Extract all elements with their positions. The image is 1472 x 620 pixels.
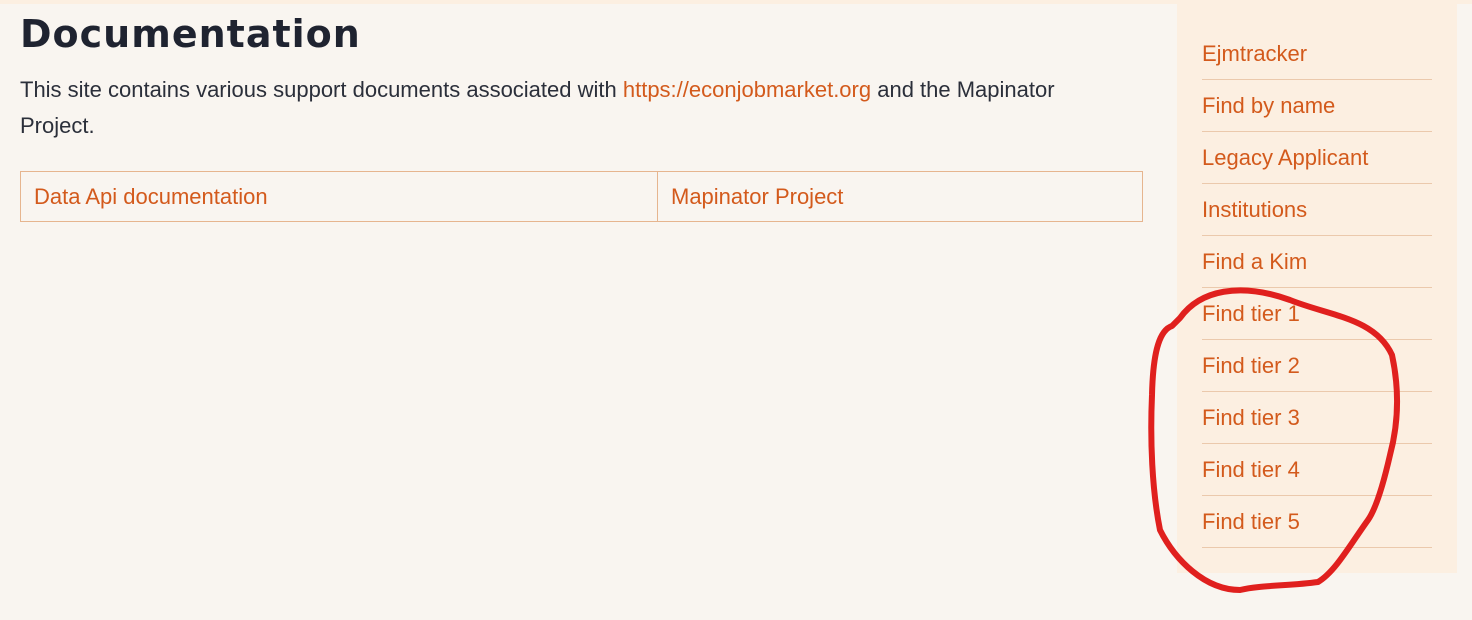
- sidebar-item-find-tier-1[interactable]: Find tier 1: [1202, 288, 1432, 340]
- sidebar-item-find-tier-3[interactable]: Find tier 3: [1202, 392, 1432, 444]
- intro-paragraph: This site contains various support docum…: [20, 72, 1110, 144]
- sidebar-item-find-a-kim[interactable]: Find a Kim: [1202, 236, 1432, 288]
- page-title: Documentation: [20, 12, 361, 56]
- sidebar-nav: Ejmtracker Find by name Legacy Applicant…: [1177, 3, 1457, 573]
- sidebar-item-find-tier-5[interactable]: Find tier 5: [1202, 496, 1432, 548]
- documents-table: Data Api documentation Mapinator Project: [20, 171, 1143, 222]
- econjobmarket-link[interactable]: https://econjobmarket.org: [623, 77, 871, 102]
- sidebar-item-find-tier-4[interactable]: Find tier 4: [1202, 444, 1432, 496]
- intro-text-before: This site contains various support docum…: [20, 77, 623, 102]
- sidebar-item-find-tier-2[interactable]: Find tier 2: [1202, 340, 1432, 392]
- mapinator-project-link[interactable]: Mapinator Project: [658, 172, 1142, 221]
- sidebar-item-institutions[interactable]: Institutions: [1202, 184, 1432, 236]
- sidebar-item-ejmtracker[interactable]: Ejmtracker: [1202, 28, 1432, 80]
- sidebar-item-find-by-name[interactable]: Find by name: [1202, 80, 1432, 132]
- data-api-documentation-link[interactable]: Data Api documentation: [21, 172, 658, 221]
- sidebar-item-legacy-applicant[interactable]: Legacy Applicant: [1202, 132, 1432, 184]
